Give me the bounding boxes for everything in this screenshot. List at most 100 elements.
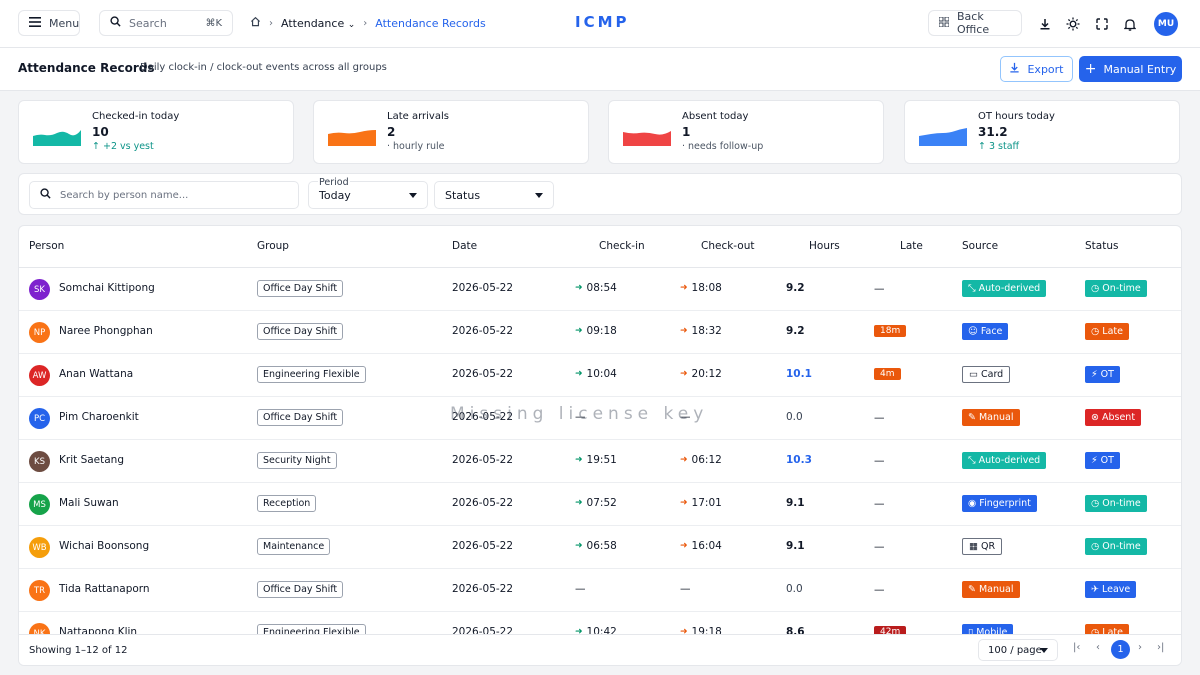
source-icon: ✎ [968, 412, 976, 423]
bell-icon[interactable] [1121, 15, 1139, 33]
column-header[interactable]: Group [257, 240, 289, 252]
period-select[interactable]: Period Today [308, 177, 428, 209]
manual-entry-button[interactable]: + Manual Entry [1079, 56, 1182, 82]
source-badge: ▯ Mobile [962, 624, 1014, 634]
status-icon: ⚡ [1091, 369, 1098, 380]
column-header[interactable]: Date [452, 240, 477, 252]
breadcrumb-current: Attendance Records [375, 16, 486, 30]
table-row[interactable]: KS Krit Saetang Security Night 2026-05-2… [19, 440, 1181, 483]
sparkline-icon [623, 131, 671, 146]
stat-sub: ↑ +2 vs yest [92, 141, 154, 152]
person-name[interactable]: Krit Saetang [59, 454, 124, 466]
check-in-icon: ➜ [575, 627, 583, 634]
column-header[interactable]: Hours [809, 240, 840, 252]
status-icon: ◷ [1091, 283, 1100, 294]
column-header[interactable]: Person [29, 240, 64, 252]
source-icon: ▭ [969, 369, 978, 380]
date-cell: 2026-05-22 [452, 540, 514, 552]
status-icon: ◷ [1091, 498, 1100, 509]
table-row[interactable]: SK Somchai Kittipong Office Day Shift 20… [19, 268, 1181, 311]
checkin-cell: — [575, 411, 586, 423]
table-header: Person Group Date Check-in Check-out Hou… [19, 226, 1181, 268]
checkout-cell: ➜ 16:04 [680, 540, 722, 552]
top-bar: Menu Search ⌘K › Attendance ⌄ › Attendan… [0, 0, 1200, 48]
table-row[interactable]: AW Anan Wattana Engineering Flexible 202… [19, 354, 1181, 397]
checkout-cell: — [680, 583, 691, 595]
late-cell: — [874, 498, 885, 510]
theme-sun-icon[interactable] [1064, 15, 1082, 33]
first-page-icon[interactable]: |‹ [1073, 642, 1080, 653]
breadcrumb-section[interactable]: Attendance ⌄ [281, 17, 355, 30]
source-badge: ◉ Fingerprint [962, 495, 1037, 512]
stat-sub: · needs follow-up [682, 141, 764, 152]
avatar: KS [29, 451, 50, 472]
hours-cell: 9.1 [786, 540, 805, 552]
home-icon[interactable] [250, 16, 261, 30]
prev-page-icon[interactable]: ‹ [1096, 642, 1100, 653]
search-icon [110, 16, 121, 30]
stat-label: Absent today [682, 111, 749, 122]
page-number-current[interactable]: 1 [1111, 640, 1130, 659]
person-name[interactable]: Tida Rattanaporn [59, 583, 150, 595]
stat-card-late: Late arrivals 2 · hourly rule [313, 100, 589, 164]
person-name[interactable]: Mali Suwan [59, 497, 119, 509]
person-name[interactable]: Anan Wattana [59, 368, 133, 380]
table-row[interactable]: NP Naree Phongphan Office Day Shift 2026… [19, 311, 1181, 354]
person-search-input[interactable]: Search by person name... [29, 181, 299, 209]
hours-cell: 0.0 [786, 583, 803, 595]
column-header[interactable]: Status [1085, 240, 1118, 252]
check-out-icon: ➜ [680, 627, 688, 634]
menu-button[interactable]: Menu [18, 10, 80, 36]
late-cell: 42m [874, 624, 907, 634]
status-select[interactable]: Status [434, 181, 554, 209]
next-page-icon[interactable]: › [1138, 642, 1142, 653]
column-header[interactable]: Source [962, 240, 998, 252]
person-name[interactable]: Wichai Boonsong [59, 540, 149, 552]
hours-cell: 9.2 [786, 282, 805, 294]
late-badge: 18m [874, 325, 907, 337]
last-page-icon[interactable]: ›| [1157, 642, 1164, 653]
download-icon[interactable] [1036, 15, 1054, 33]
page-subtitle: Daily clock-in / clock-out events across… [140, 62, 387, 73]
table-row[interactable]: MS Mali Suwan Reception 2026-05-22 ➜ 07:5… [19, 483, 1181, 526]
breadcrumb: › Attendance ⌄ › Attendance Records [250, 16, 486, 30]
check-out-icon: ➜ [680, 369, 688, 379]
late-cell: — [874, 412, 885, 424]
hours-cell: 10.3 [786, 454, 812, 466]
stat-card-ot-hours: OT hours today 31.2 ↑ 3 staff [904, 100, 1180, 164]
status-icon: ⊗ [1091, 412, 1099, 423]
checkin-cell: ➜ 07:52 [575, 497, 617, 509]
group-tag: Reception [257, 495, 317, 512]
table-row[interactable]: NK Nattapong Klin Engineering Flexible 2… [19, 612, 1181, 634]
late-cell: — [874, 541, 885, 553]
back-office-button[interactable]: Back Office [928, 10, 1022, 36]
column-header[interactable]: Check-in [599, 240, 645, 252]
source-icon: ◉ [968, 498, 977, 509]
back-office-label: Back Office [957, 10, 990, 36]
group-tag: Security Night [257, 452, 337, 469]
person-name[interactable]: Naree Phongphan [59, 325, 153, 337]
column-header[interactable]: Late [900, 240, 923, 252]
check-out-icon: ➜ [680, 498, 688, 508]
column-header[interactable]: Check-out [701, 240, 754, 252]
global-search-button[interactable]: Search ⌘K [99, 10, 233, 36]
chevron-right-icon: › [269, 17, 273, 29]
table-row[interactable]: WB Wichai Boonsong Maintenance 2026-05-2… [19, 526, 1181, 569]
fullscreen-icon[interactable] [1093, 15, 1111, 33]
person-name[interactable]: Pim Charoenkit [59, 411, 139, 423]
user-avatar[interactable]: MU [1154, 12, 1178, 36]
table-row[interactable]: TR Tida Rattanaporn Office Day Shift 202… [19, 569, 1181, 612]
date-cell: 2026-05-22 [452, 411, 514, 423]
status-badge: ⚡ OT [1085, 452, 1120, 469]
export-button[interactable]: Export [1000, 56, 1073, 82]
person-name[interactable]: Nattapong Klin [59, 626, 137, 634]
sparkline-icon [328, 130, 376, 146]
group-tag: Office Day Shift [257, 409, 344, 426]
person-name[interactable]: Somchai Kittipong [59, 282, 155, 294]
group-tag: Office Day Shift [257, 323, 344, 340]
checkin-cell: ➜ 10:04 [575, 368, 617, 380]
sparkline-icon [919, 128, 967, 146]
table-row[interactable]: PC Pim Charoenkit Office Day Shift 2026-… [19, 397, 1181, 440]
per-page-select[interactable]: 100 / page [978, 639, 1058, 661]
stat-sub: ↑ 3 staff [978, 141, 1020, 152]
